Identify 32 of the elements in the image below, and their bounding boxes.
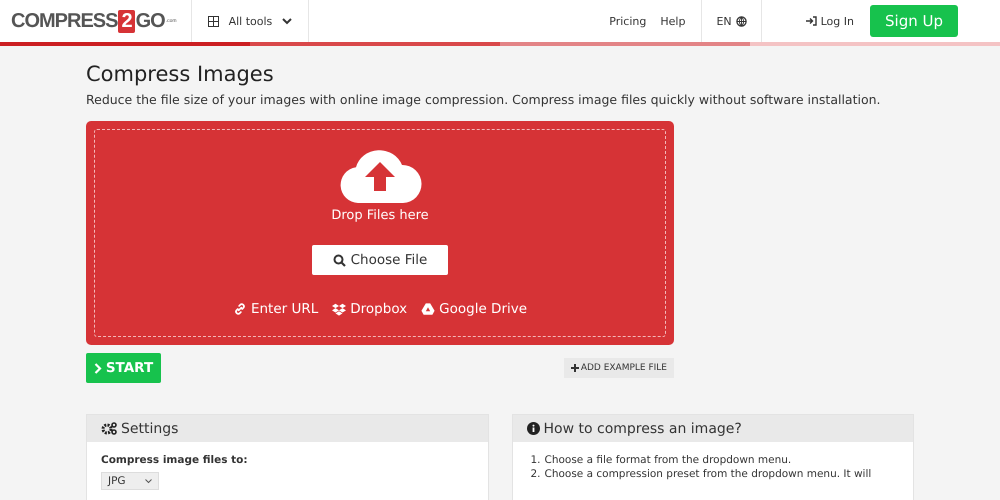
settings-title: Settings — [121, 420, 178, 436]
nav-link[interactable]: Pricing — [609, 14, 646, 28]
page-description: Reduce the file size of your images with online image compression. Compress image files quickly without software installation. — [86, 92, 882, 107]
dropbox-icon — [332, 302, 346, 316]
instruction-step: Choose a file format from the dropdown menu. — [544, 454, 792, 468]
source-link[interactable]: Enter URL — [232, 301, 318, 317]
add-example-file-button[interactable]: ADD EXAMPLE FILE — [564, 358, 674, 378]
login-link[interactable]: Log In — [762, 0, 870, 42]
link-icon — [232, 302, 247, 316]
source-link[interactable]: Dropbox — [332, 301, 408, 317]
format-dropdown[interactable]: JPG — [101, 472, 159, 490]
choose-file-button[interactable]: Choose File — [312, 245, 448, 275]
chevron-down-icon — [145, 478, 152, 484]
how-to-title: How to compress an image? — [544, 420, 742, 436]
info-icon — [526, 422, 540, 435]
format-label: Compress image files to: — [101, 454, 249, 466]
globe-icon — [736, 16, 747, 26]
instruction-step: Choose a compression preset from the dropdown menu. It will — [544, 468, 872, 482]
drop-files-label: Drop Files here — [331, 208, 429, 223]
plus-icon — [570, 364, 579, 372]
step-number: 2. — [530, 468, 540, 482]
sign-in-icon — [806, 16, 817, 26]
chevron-right-icon — [94, 362, 102, 374]
page-title: Compress Images — [86, 62, 275, 86]
source-link[interactable]: Google Drive — [421, 301, 528, 317]
step-number: 1. — [530, 454, 540, 468]
chevron-down-icon — [282, 18, 292, 24]
search-icon — [332, 254, 346, 266]
drive-icon — [421, 302, 436, 316]
nav-link[interactable]: Help — [660, 14, 686, 28]
drop-zone[interactable]: Drop Files here Choose File Enter URL Dropbox Google Drive — [86, 121, 674, 345]
grid-icon — [208, 16, 219, 26]
